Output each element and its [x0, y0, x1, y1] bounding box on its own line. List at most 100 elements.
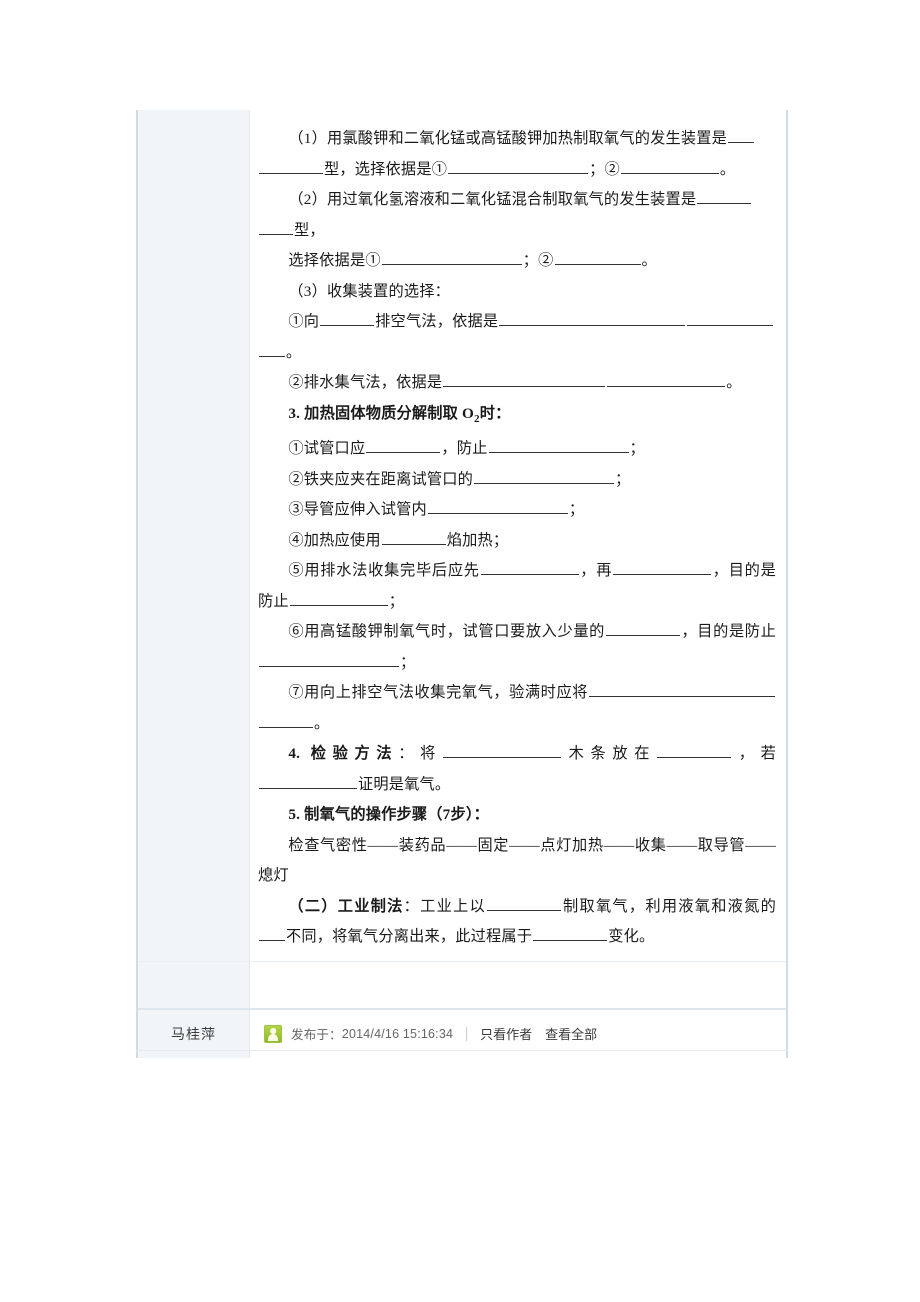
fill-blank[interactable]: [259, 651, 399, 667]
paragraph-16: （二）工业制法：工业上以 制取氧气，利用液氧和液氮的不同，将氧气分离出来，此过程属…: [258, 892, 776, 953]
fill-blank[interactable]: [499, 311, 686, 326]
fill-blank[interactable]: [533, 926, 608, 942]
fill-blank[interactable]: [259, 926, 285, 942]
paragraph-8: ②铁夹应夹在距离试管口的 ；: [258, 465, 776, 496]
heading-5-text: 5. 制氧气的操作步骤（7步）：: [288, 806, 490, 824]
paragraph-9: ③导管应伸入试管内 ；: [258, 495, 776, 526]
fill-blank[interactable]: [448, 158, 589, 174]
p5-text-c: 。: [286, 343, 302, 361]
fill-blank[interactable]: [427, 499, 568, 515]
post-trailing-gutter: [138, 961, 250, 1008]
fill-blank[interactable]: [366, 438, 441, 454]
view-all-link[interactable]: 查看全部: [545, 1024, 597, 1043]
heading-3-text: 3. 加热固体物质分解制取 O: [288, 404, 475, 422]
fill-blank[interactable]: [381, 529, 446, 545]
forum-post-container: （1）用氯酸钾和二氧化锰或高锰酸钾加热制取氧气的发生装置是 型，选择依据是① ；②…: [136, 110, 788, 1058]
paragraph-6: ②排水集气法，依据是 。: [258, 368, 776, 399]
post-body: （1）用氯酸钾和二氧化锰或高锰酸钾加热制取氧气的发生装置是 型，选择依据是① ；②…: [138, 110, 786, 961]
paragraph-5: ①向 排空气法，依据是: [258, 307, 776, 338]
heading-industrial-method: 工业制法: [337, 897, 404, 915]
heading-4: 4. 检验方法: [288, 745, 399, 763]
p9-text-b: ；: [568, 501, 585, 519]
fill-blank[interactable]: [320, 311, 375, 326]
fill-blank[interactable]: [259, 219, 293, 235]
fill-blank[interactable]: [554, 250, 641, 265]
paragraph-2-cont: 型，: [258, 216, 776, 247]
p7-text-a: ①试管口应: [288, 440, 366, 458]
fill-blank[interactable]: [259, 712, 313, 728]
fill-blank[interactable]: [443, 372, 606, 387]
p3-text-c: 。: [641, 252, 657, 269]
user-avatar-icon: [264, 1024, 282, 1043]
author-gutter-column: [138, 110, 250, 961]
meta-separator: [466, 1026, 468, 1041]
p7-text-c: ；: [629, 440, 645, 458]
p5-text-b: 排空气法，依据是: [375, 313, 499, 330]
p16-text-b: 制取氧气，利用液氧和液氮的: [561, 897, 776, 915]
fill-blank[interactable]: [697, 189, 752, 204]
post-trailing-body: [250, 961, 786, 1008]
fill-blank[interactable]: [486, 895, 561, 911]
p1-text-d: 。: [719, 160, 736, 178]
p15-text: 检查气密性——装药品——固定——点灯加热——收集——取导管——熄灯: [258, 836, 776, 885]
p16-text-a: ：工业上以: [403, 897, 486, 915]
post-bottom-rule: [136, 1050, 788, 1051]
fill-blank[interactable]: [474, 468, 615, 484]
fill-blank[interactable]: [488, 438, 629, 454]
fill-blank[interactable]: [259, 158, 323, 174]
p9-text-a: ③导管应伸入试管内: [288, 501, 427, 519]
p1-text-b: 型，选择依据是①: [324, 160, 448, 178]
p8-text-b: ；: [615, 470, 631, 488]
fill-blank[interactable]: [480, 560, 579, 576]
fill-blank[interactable]: [589, 682, 775, 698]
p2-text-b: 型，: [294, 221, 325, 239]
paragraph-10: ④加热应使用 焰加热；: [258, 526, 776, 557]
p11-text-a: ⑤用排水法收集完毕后应先: [288, 562, 480, 580]
paragraph-11: ⑤用排水法收集完毕后应先 ，再 ，目的是防止；: [258, 556, 776, 617]
fill-blank[interactable]: [657, 743, 732, 759]
fill-blank[interactable]: [728, 128, 755, 143]
heading-3: 3. 加热固体物质分解制取 O2时：: [258, 399, 776, 435]
fill-blank[interactable]: [259, 341, 285, 357]
paragraph-12: ⑥用高锰酸钾制氧气时，试管口要放入少量的 ，目的是防止 ；: [258, 617, 776, 678]
p12-text-c: ；: [400, 653, 416, 671]
post-content: （1）用氯酸钾和二氧化锰或高锰酸钾加热制取氧气的发生装置是 型，选择依据是① ；②…: [258, 110, 776, 961]
paragraph-1-cont: 型，选择依据是① ；② 。: [258, 155, 776, 186]
fill-blank[interactable]: [687, 311, 774, 326]
p11-text-d: ；: [388, 592, 405, 610]
fill-blank[interactable]: [259, 773, 357, 789]
p3-text-a: 选择依据是①: [288, 252, 381, 269]
fill-blank[interactable]: [613, 560, 712, 576]
author-only-link[interactable]: 只看作者: [480, 1024, 532, 1043]
p8-text-a: ②铁夹应夹在距离试管口的: [288, 470, 474, 488]
fill-blank[interactable]: [606, 621, 681, 637]
p13-text-a: ⑦用向上排空气法收集完氧气，验满时应将: [288, 684, 588, 702]
post-article-column: （1）用氯酸钾和二氧化锰或高锰酸钾加热制取氧气的发生装置是 型，选择依据是① ；②…: [250, 110, 786, 961]
paragraph-1: （1）用氯酸钾和二氧化锰或高锰酸钾加热制取氧气的发生装置是: [258, 124, 776, 155]
p12-text-a: ⑥用高锰酸钾制氧气时，试管口要放入少量的: [288, 623, 606, 641]
fill-blank[interactable]: [620, 158, 719, 174]
fill-blank[interactable]: [381, 250, 522, 265]
post-trailing-space: [138, 960, 786, 1008]
p6-text-a: ②排水集气法，依据是: [288, 374, 443, 391]
p11-text-b: ，再: [579, 562, 613, 580]
p14-text-b: 木条放在: [562, 745, 657, 763]
heading-5: 5. 制氧气的操作步骤（7步）：: [258, 800, 776, 831]
paragraph-15: 检查气密性——装药品——固定——点灯加热——收集——取导管——熄灯: [258, 831, 776, 892]
section-label-2: （二）: [288, 897, 338, 915]
p14-text-c: ，若: [732, 745, 776, 763]
p10-text-a: ④加热应使用: [288, 531, 381, 549]
p5-text-a: ①向: [288, 313, 320, 330]
paragraph-14: 4. 检验方法：将 木条放在 ，若证明是氧气。: [258, 739, 776, 800]
fill-blank[interactable]: [289, 590, 388, 606]
p6-text-b: 。: [726, 374, 742, 391]
paragraph-3: 选择依据是① ；② 。: [258, 246, 776, 277]
p2-text-a: （2）用过氧化氢溶液和二氧化锰混合制取氧气的发生装置是: [288, 191, 697, 208]
post-published-label: 发布于：: [291, 1028, 342, 1043]
paragraph-4: （3）收集装置的选择：: [258, 277, 776, 308]
fill-blank[interactable]: [443, 743, 562, 759]
fill-blank[interactable]: [607, 372, 726, 387]
p12-text-b: ，目的是防止: [681, 623, 777, 641]
p4-text: （3）收集装置的选择：: [288, 282, 451, 300]
p14-text-d: 证明是氧气。: [358, 775, 451, 793]
